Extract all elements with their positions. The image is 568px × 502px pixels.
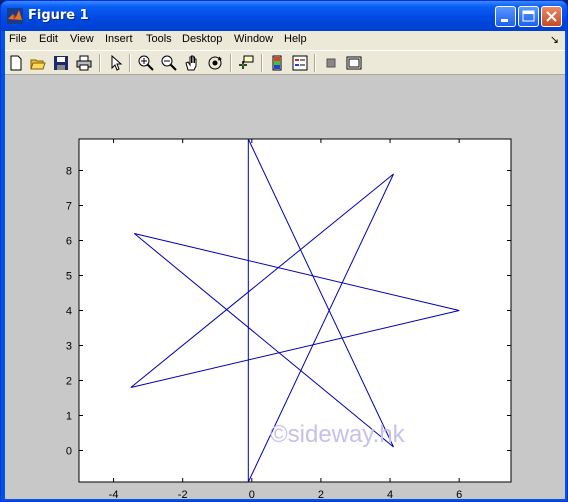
maximize-icon xyxy=(522,10,535,22)
show-plot-tools-icon xyxy=(346,56,362,70)
menu-insert[interactable]: Insert xyxy=(105,33,133,45)
y-tick-label: 4 xyxy=(66,306,72,318)
pan-hand-icon xyxy=(185,55,197,71)
print-icon xyxy=(76,55,92,71)
toolbar-separator xyxy=(230,54,232,72)
x-tick-label: 4 xyxy=(387,489,393,499)
toolbar-separator xyxy=(314,54,316,72)
menu-view[interactable]: View xyxy=(70,33,94,45)
rotate-3d-button[interactable] xyxy=(206,54,224,72)
title-bar[interactable]: Figure 1 xyxy=(1,1,567,31)
x-tick-label: 2 xyxy=(318,489,324,499)
y-tick-label: 0 xyxy=(66,446,72,458)
pan-button[interactable] xyxy=(183,54,201,72)
rotate-3d-icon xyxy=(208,56,222,70)
menu-edit[interactable]: Edit xyxy=(39,33,58,45)
y-tick-label: 1 xyxy=(66,411,72,423)
y-tick-label: 7 xyxy=(66,201,72,213)
menu-help[interactable]: Help xyxy=(284,33,307,45)
y-tick-label: 8 xyxy=(66,166,72,178)
legend-button[interactable] xyxy=(291,54,309,72)
edit-plot-button[interactable] xyxy=(107,54,125,72)
close-button[interactable] xyxy=(541,6,562,27)
toolbar-separator xyxy=(99,54,101,72)
arrow-pointer-icon xyxy=(111,55,123,71)
open-file-button[interactable] xyxy=(29,54,47,72)
watermark-text: ©sideway.hk xyxy=(270,421,405,448)
zoom-in-button[interactable] xyxy=(137,54,155,72)
x-tick-label: -2 xyxy=(178,489,188,499)
data-cursor-icon xyxy=(239,55,254,69)
save-icon xyxy=(54,56,68,70)
minimize-button[interactable] xyxy=(495,6,516,27)
menu-bar: File Edit View Insert Tools Desktop Wind… xyxy=(5,31,565,50)
figure-toolbar xyxy=(5,50,565,75)
show-plot-tools-button[interactable] xyxy=(345,54,363,72)
maximize-button[interactable] xyxy=(518,6,539,27)
toolbar-separator xyxy=(261,54,263,72)
figure-canvas[interactable]: -4 -2 0 2 4 6 0 1 2 3 4 5 6 7 8 ©sideway.hk xyxy=(5,75,565,499)
window-title: Figure 1 xyxy=(28,8,89,23)
x-tick-label: 0 xyxy=(249,489,255,499)
window-client: File Edit View Insert Tools Desktop Wind… xyxy=(5,31,565,499)
zoom-in-icon xyxy=(138,55,154,71)
new-figure-button[interactable] xyxy=(7,54,25,72)
open-file-icon xyxy=(30,59,46,70)
hide-plot-tools-icon xyxy=(326,58,336,68)
save-button[interactable] xyxy=(52,54,70,72)
print-button[interactable] xyxy=(75,54,93,72)
new-figure-icon xyxy=(10,55,22,71)
figure-window: Figure 1 File Edit View Insert Tools Des… xyxy=(0,0,568,502)
toolbar-separator xyxy=(129,54,131,72)
close-icon xyxy=(546,11,557,22)
x-tick-label: 6 xyxy=(456,489,462,499)
menu-dock-arrow-icon[interactable]: ↘ xyxy=(550,33,559,46)
matlab-logo-icon xyxy=(7,8,23,24)
menu-window[interactable]: Window xyxy=(234,33,273,45)
colorbar-button[interactable] xyxy=(268,54,286,72)
x-tick-label: -4 xyxy=(109,489,119,499)
y-tick-label: 3 xyxy=(66,341,72,353)
data-cursor-button[interactable] xyxy=(237,54,255,72)
menu-desktop[interactable]: Desktop xyxy=(182,33,222,45)
y-tick-label: 6 xyxy=(66,236,72,248)
zoom-out-icon xyxy=(161,55,177,71)
legend-icon xyxy=(292,55,308,71)
menu-file[interactable]: File xyxy=(9,33,27,45)
minimize-icon xyxy=(501,19,508,22)
menu-tools[interactable]: Tools xyxy=(146,33,172,45)
hide-plot-tools-button[interactable] xyxy=(322,54,340,72)
y-tick-label: 2 xyxy=(66,376,72,388)
colorbar-icon xyxy=(272,55,282,71)
y-tick-label: 5 xyxy=(66,271,72,283)
zoom-out-button[interactable] xyxy=(160,54,178,72)
